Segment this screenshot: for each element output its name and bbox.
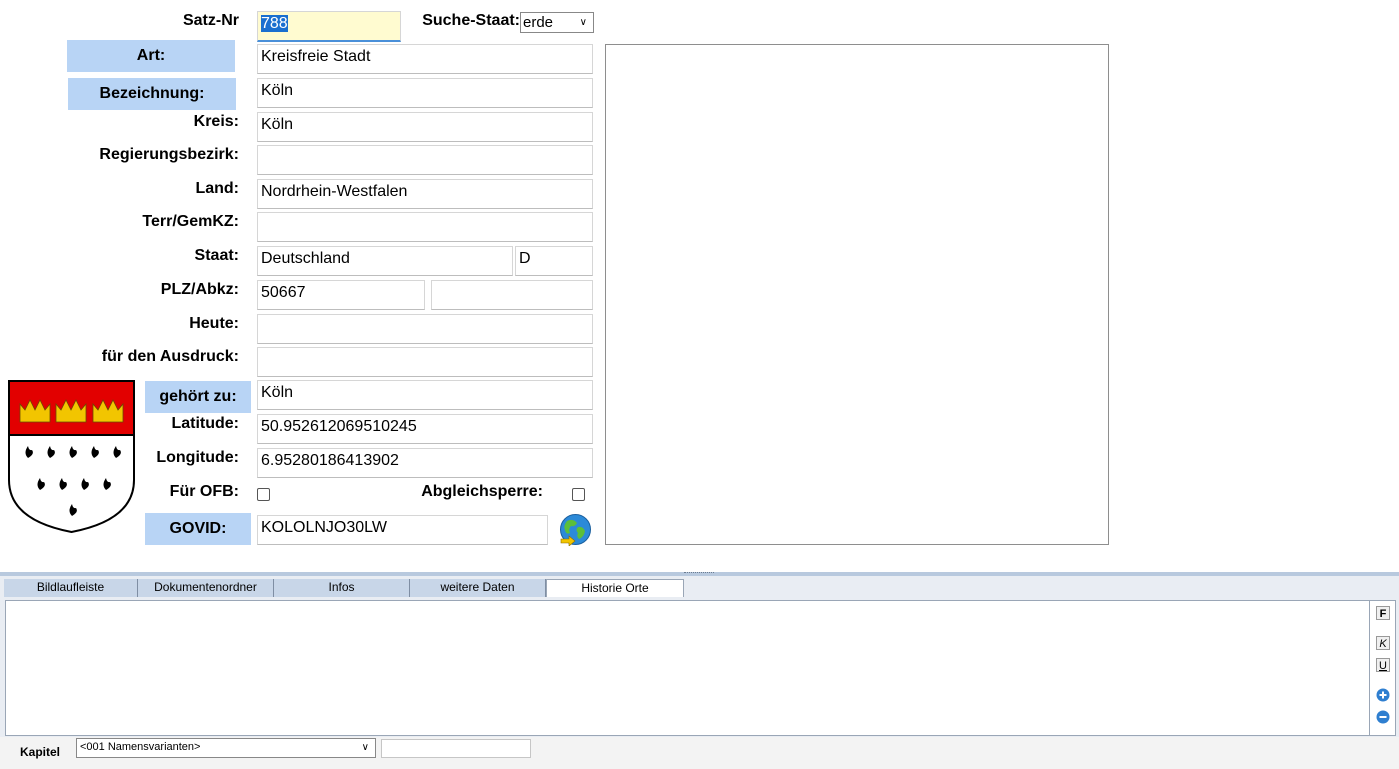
longitude-field[interactable]: 6.95280186413902: [257, 448, 593, 478]
kapitel-extra-field[interactable]: [381, 739, 531, 758]
heute-label: Heute:: [189, 315, 239, 332]
satz-nr-field[interactable]: 788: [257, 11, 401, 42]
kreis-field[interactable]: Köln: [257, 112, 593, 142]
land-label: Land:: [195, 180, 239, 197]
kapitel-label: Kapitel: [20, 745, 61, 759]
map-panel[interactable]: [605, 44, 1109, 545]
kapitel-value: <001 Namensvarianten>: [80, 741, 201, 753]
plz-field[interactable]: 50667: [257, 280, 425, 310]
latitude-label: Latitude:: [171, 415, 239, 432]
bezeichnung-field[interactable]: Köln: [257, 78, 593, 108]
tab-bildlaufleiste[interactable]: Bildlaufleiste: [4, 579, 138, 597]
satz-nr-label: Satz-Nr: [182, 12, 239, 29]
abkz-field[interactable]: [431, 280, 593, 310]
abgleich-label: Abgleichsperre:: [421, 483, 543, 500]
splitter-grip[interactable]: [684, 572, 714, 576]
zoom-out-icon[interactable]: [1376, 710, 1390, 724]
suche-staat-label: Suche-Staat:: [422, 12, 520, 29]
regierungsbezirk-field[interactable]: [257, 145, 593, 175]
kreis-label: Kreis:: [193, 113, 239, 130]
zoom-in-icon[interactable]: [1376, 688, 1390, 702]
suche-staat-value: erde: [523, 14, 554, 31]
art-field[interactable]: Kreisfreie Stadt: [257, 44, 593, 74]
latitude-field[interactable]: 50.952612069510245: [257, 414, 593, 444]
italic-button[interactable]: K: [1376, 636, 1390, 650]
satz-nr-value: 788: [261, 15, 288, 32]
staat-field[interactable]: Deutschland: [257, 246, 513, 276]
chevron-down-icon: ∨: [361, 742, 369, 753]
art-label-button[interactable]: Art:: [67, 40, 235, 72]
abgleich-checkbox[interactable]: [572, 488, 585, 501]
staat-code-field[interactable]: D: [515, 246, 593, 276]
tab-weitere-daten[interactable]: weitere Daten: [410, 579, 546, 597]
heute-field[interactable]: [257, 314, 593, 344]
staat-label: Staat:: [194, 247, 239, 264]
history-editor[interactable]: [5, 600, 1370, 736]
bold-button[interactable]: F: [1376, 606, 1390, 620]
ofb-label: Für OFB:: [169, 483, 239, 500]
bezeichnung-label-button[interactable]: Bezeichnung:: [68, 78, 236, 110]
globe-icon[interactable]: [559, 513, 592, 546]
gehoert-field[interactable]: Köln: [257, 380, 593, 410]
longitude-label: Longitude:: [156, 449, 239, 466]
ausdruck-field[interactable]: [257, 347, 593, 377]
kapitel-select[interactable]: <001 Namensvarianten> ∨: [76, 738, 376, 758]
plz-label: PLZ/Abkz:: [160, 281, 239, 298]
govid-field[interactable]: KOLOLNJO30LW: [257, 515, 548, 545]
gehoert-label-button[interactable]: gehört zu:: [145, 381, 251, 413]
govid-label-button[interactable]: GOVID:: [145, 513, 251, 545]
chevron-down-icon: ∨: [579, 17, 587, 28]
suche-staat-select[interactable]: erde ∨: [520, 12, 594, 33]
tab-dokumentenordner[interactable]: Dokumentenordner: [138, 579, 274, 597]
land-field[interactable]: Nordrhein-Westfalen: [257, 179, 593, 209]
regierungsbezirk-label: Regierungsbezirk:: [99, 146, 239, 163]
terr-field[interactable]: [257, 212, 593, 242]
ofb-checkbox[interactable]: [257, 488, 270, 501]
tab-infos[interactable]: Infos: [274, 579, 410, 597]
underline-button[interactable]: U: [1376, 658, 1390, 672]
terr-label: Terr/GemKZ:: [142, 213, 239, 230]
ausdruck-label: für den Ausdruck:: [101, 348, 239, 365]
tab-historie-orte[interactable]: Historie Orte: [546, 579, 684, 597]
